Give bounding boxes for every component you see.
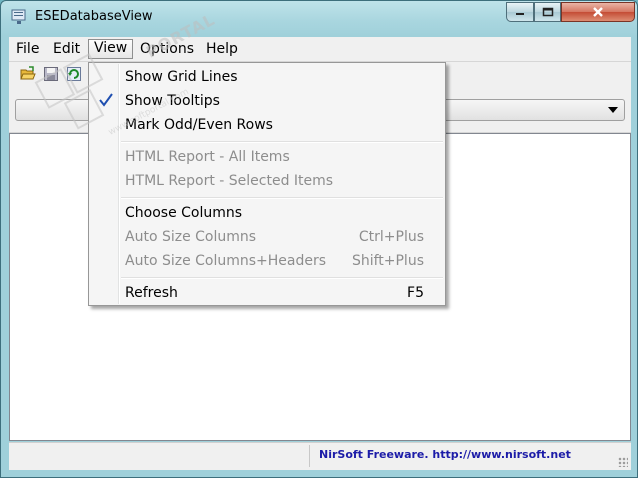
menu-bar: File Edit View Options Help — [9, 37, 631, 62]
menu-item-shortcut: F5 — [407, 285, 424, 301]
menu-item-label: Show Grid Lines — [125, 69, 238, 85]
menu-options[interactable]: Options — [135, 40, 199, 58]
resize-grip[interactable] — [618, 457, 628, 467]
menu-item-html-report-selected[interactable]: HTML Report - Selected Items — [91, 170, 443, 192]
menu-item-shortcut: Ctrl+Plus — [358, 229, 424, 245]
menu-separator — [121, 197, 443, 199]
maximize-button[interactable] — [534, 2, 561, 22]
nirsoft-link[interactable]: NirSoft Freeware. http://www.nirsoft.net — [319, 448, 571, 461]
menu-item-label: Auto Size Columns — [125, 229, 257, 245]
menu-item-label: Auto Size Columns+Headers — [125, 253, 327, 269]
menu-item-mark-odd-even-rows[interactable]: Mark Odd/Even Rows — [91, 114, 443, 136]
save-icon[interactable] — [43, 66, 59, 82]
database-app-icon — [11, 9, 26, 24]
menu-item-auto-size-columns[interactable]: Auto Size Columns Ctrl+Plus — [91, 226, 443, 248]
menu-item-show-tooltips[interactable]: Show Tooltips — [91, 90, 443, 112]
refresh-icon[interactable] — [66, 66, 82, 82]
menu-item-label: Choose Columns — [125, 205, 243, 221]
window-title: ESEDatabaseView — [35, 9, 153, 24]
menu-item-shortcut: Shift+Plus — [351, 253, 424, 269]
menu-help[interactable]: Help — [201, 40, 243, 58]
menu-item-auto-size-columns-headers[interactable]: Auto Size Columns+Headers Shift+Plus — [91, 250, 443, 272]
checkmark-icon — [99, 93, 113, 107]
menu-item-label: Refresh — [125, 285, 178, 301]
menu-item-label: Mark Odd/Even Rows — [125, 117, 273, 133]
status-pane — [9, 445, 310, 467]
menu-file[interactable]: File — [11, 40, 44, 58]
menu-item-refresh[interactable]: Refresh F5 — [91, 282, 443, 304]
app-window: ESEDatabaseView File Edit View Options H… — [0, 0, 638, 478]
maximize-icon — [542, 7, 553, 17]
menu-separator — [121, 141, 443, 143]
close-button[interactable] — [561, 2, 635, 22]
menu-item-html-report-all[interactable]: HTML Report - All Items — [91, 146, 443, 168]
menu-item-show-grid-lines[interactable]: Show Grid Lines — [91, 66, 443, 88]
menu-edit[interactable]: Edit — [48, 40, 85, 58]
minimize-icon — [516, 13, 524, 15]
chevron-down-icon — [608, 107, 618, 113]
open-icon[interactable] — [20, 66, 36, 82]
title-bar[interactable]: ESEDatabaseView — [1, 1, 637, 35]
menu-separator — [121, 277, 443, 279]
close-icon — [593, 7, 603, 17]
minimize-button[interactable] — [506, 2, 534, 22]
menu-item-label: Show Tooltips — [125, 93, 220, 109]
status-bar: NirSoft Freeware. http://www.nirsoft.net — [9, 442, 631, 470]
view-menu-dropdown: Show Grid Lines Show Tooltips Mark Odd/E… — [88, 62, 446, 306]
menu-view[interactable]: View — [88, 39, 134, 59]
menu-item-label: HTML Report - All Items — [125, 149, 290, 165]
menu-item-choose-columns[interactable]: Choose Columns — [91, 202, 443, 224]
menu-item-label: HTML Report - Selected Items — [125, 173, 334, 189]
